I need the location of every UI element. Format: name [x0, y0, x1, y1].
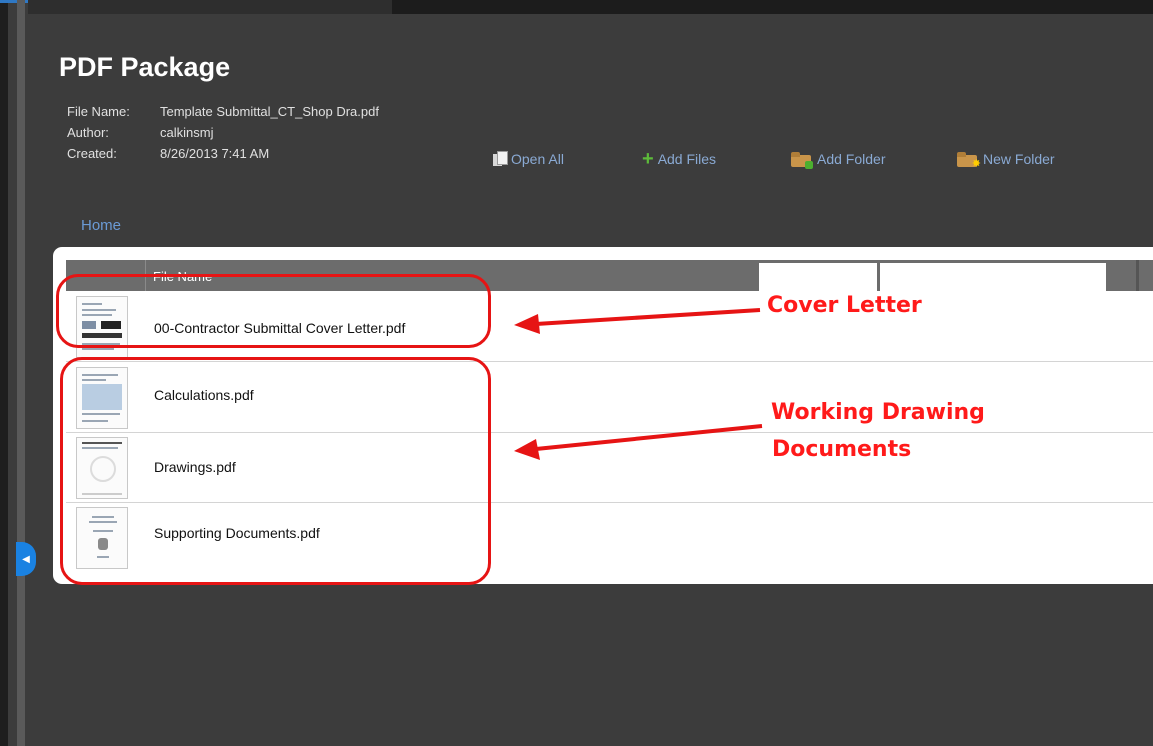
new-folder-button[interactable]: ✸ New Folder	[957, 151, 1055, 170]
meta-label: File Name:	[67, 104, 130, 119]
add-folder-label: Add Folder	[817, 151, 886, 167]
header-divider	[1136, 260, 1139, 291]
folder-add-icon	[791, 151, 813, 169]
package-metadata: File Name: Template Submittal_CT_Shop Dr…	[67, 101, 379, 164]
add-folder-button[interactable]: Add Folder	[791, 151, 886, 169]
add-files-button[interactable]: + Add Files	[642, 148, 717, 170]
page-title: PDF Package	[59, 52, 231, 82]
meta-value: Template Submittal_CT_Shop Dra.pdf	[160, 104, 379, 119]
annotation-label-documents: Documents	[772, 437, 912, 462]
meta-label: Created:	[67, 146, 117, 161]
meta-row-created: Created: 8/26/2013 7:41 AM	[67, 143, 379, 164]
annotation-label-cover-letter: Cover Letter	[767, 293, 922, 318]
annotation-oval-cover-letter	[56, 274, 491, 348]
document-stack-icon	[493, 151, 508, 167]
meta-row-file-name: File Name: Template Submittal_CT_Shop Dr…	[67, 101, 379, 122]
meta-row-author: Author: calkinsmj	[67, 122, 379, 143]
open-all-label: Open All	[511, 151, 564, 167]
meta-label: Author:	[67, 125, 109, 140]
open-all-button[interactable]: Open All	[493, 151, 564, 167]
plus-icon: +	[642, 148, 654, 170]
annotation-arrow-cover-letter	[514, 308, 761, 334]
folder-new-icon: ✸	[957, 151, 981, 170]
left-edge	[0, 0, 8, 746]
left-navigation-rail	[17, 0, 25, 746]
new-folder-label: New Folder	[983, 151, 1055, 167]
meta-value: calkinsmj	[160, 125, 214, 140]
annotation-oval-working-drawings	[60, 357, 491, 585]
meta-value: 8/26/2013 7:41 AM	[160, 146, 270, 161]
top-bar	[392, 0, 1153, 14]
collapse-panel-button[interactable]: ◀	[16, 542, 36, 576]
annotation-arrow-working-drawings	[514, 424, 763, 460]
document-tab[interactable]	[28, 0, 392, 14]
add-files-label: Add Files	[657, 151, 717, 167]
annotation-label-working-drawing: Working Drawing	[771, 400, 985, 425]
breadcrumb-home[interactable]: Home	[81, 217, 121, 234]
collapse-arrow-icon: ◀	[22, 553, 30, 565]
